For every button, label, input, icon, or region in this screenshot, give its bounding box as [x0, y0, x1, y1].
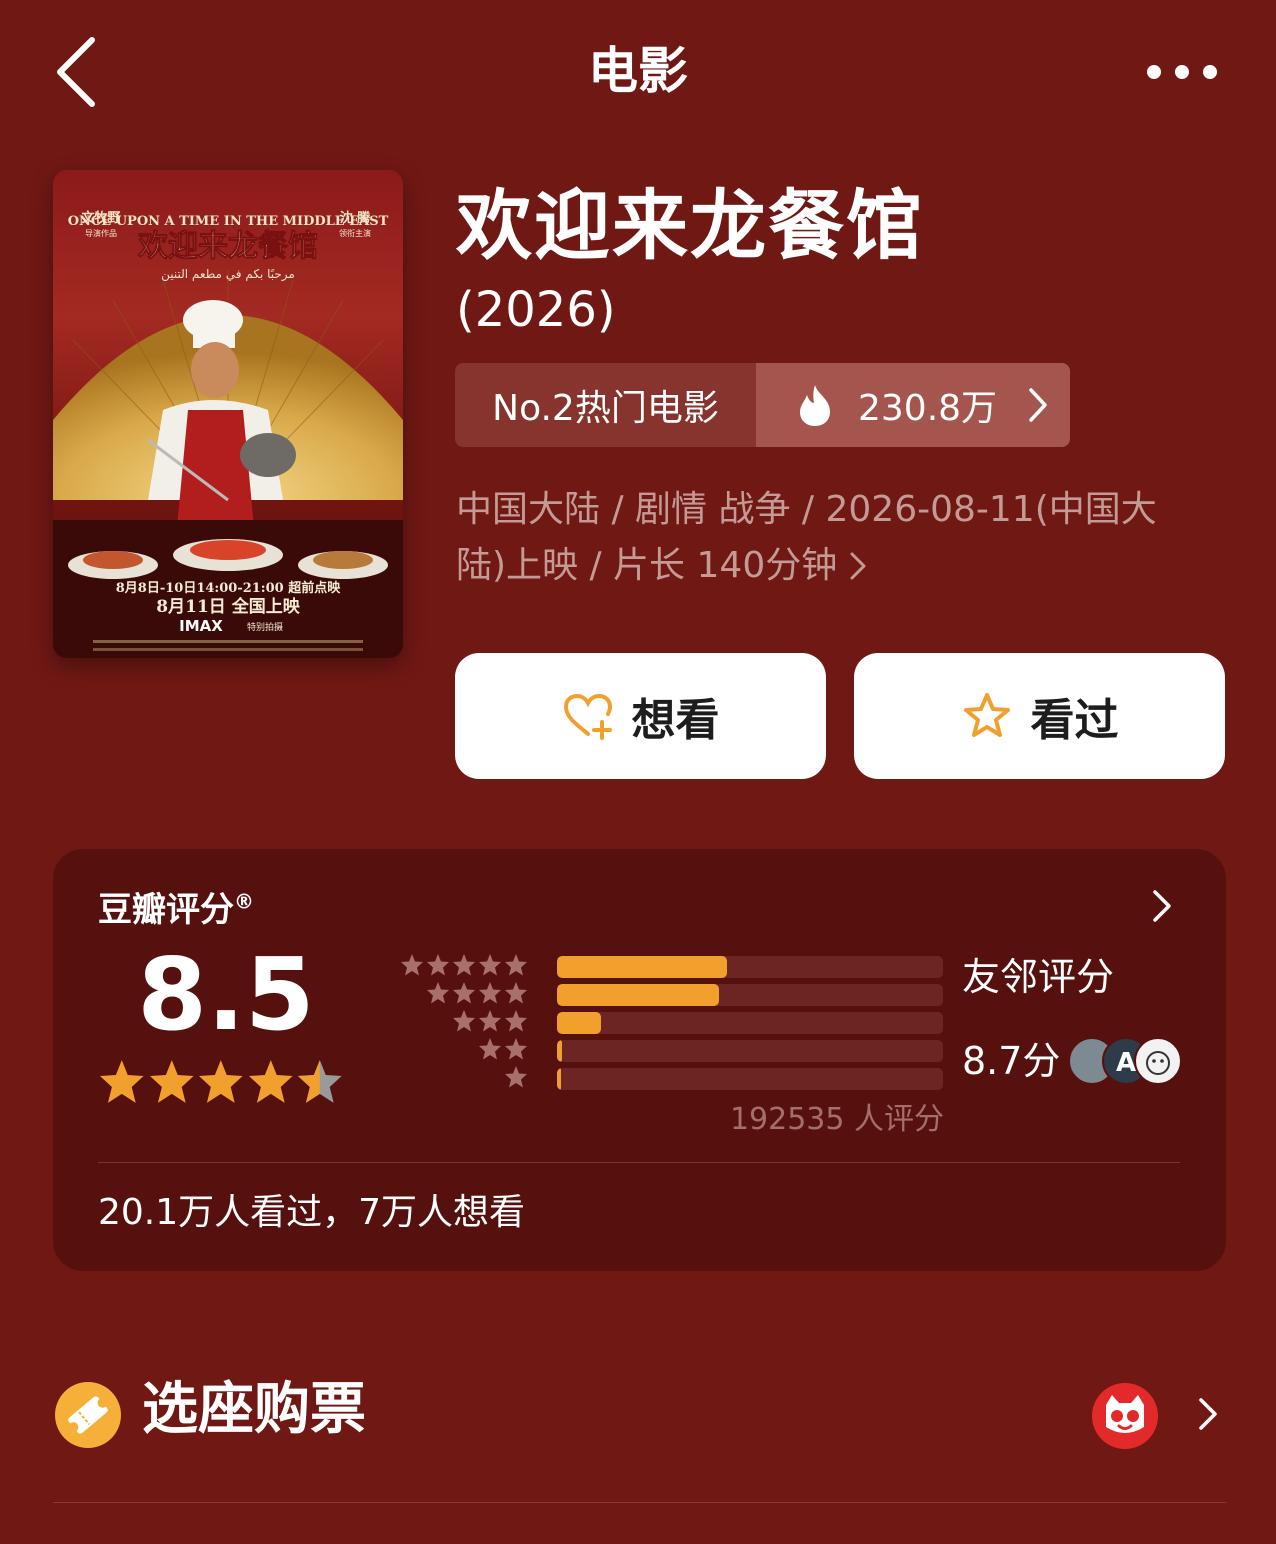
card-divider — [98, 1162, 1180, 1163]
buy-tickets-label[interactable]: 选座购票 — [142, 1372, 366, 1448]
rating-stars — [98, 1058, 344, 1108]
poster-imax-note: 特别拍摄 — [247, 621, 283, 633]
dist-bar-fill — [557, 1040, 562, 1062]
rating-score: 8.5 — [137, 936, 315, 1053]
fire-icon — [800, 385, 830, 426]
bottom-divider — [53, 1502, 1226, 1503]
star-icon — [401, 954, 423, 976]
rating-header: 豆瓣评分® — [98, 882, 254, 931]
star-icon — [505, 1066, 527, 1088]
dist-stars — [504, 1065, 528, 1093]
rank-box: No.2热门电影 230.8万 — [455, 363, 1070, 447]
dist-stars — [426, 981, 528, 1009]
registered-mark: ® — [234, 889, 254, 914]
poster-release: 8月11日 全国上映 — [156, 596, 300, 617]
more-dots-icon — [1147, 65, 1217, 79]
dist-bar-fill — [557, 984, 719, 1006]
dist-bar-fill — [557, 1012, 601, 1034]
rating-header-text: 豆瓣评分 — [98, 890, 234, 930]
star-icon — [479, 982, 501, 1004]
star-icon — [479, 1038, 501, 1060]
star-icon — [99, 1060, 144, 1103]
dist-stars — [400, 953, 528, 981]
poster-artwork: ONCE UPON A TIME IN THE MIDDLE EAST 欢迎来龙… — [53, 210, 403, 658]
rating-total: 192535 人评分 — [729, 1102, 944, 1137]
chevron-right-icon — [1199, 1398, 1217, 1430]
dist-bar-fill — [557, 1068, 561, 1090]
avatar — [1134, 1037, 1182, 1085]
seen-label: 看过 — [1030, 695, 1119, 746]
star-icon — [248, 1060, 293, 1103]
svg-text:A: A — [1116, 1048, 1136, 1078]
want-label: 想看 — [631, 695, 720, 746]
chevron-right-icon — [850, 552, 866, 580]
star-icon — [453, 1010, 475, 1032]
movie-meta[interactable]: 中国大陆 / 剧情 战争 / 2026-08-11(中国大陆)上映 / 片长 1… — [456, 482, 1196, 594]
movie-poster[interactable]: ONCE UPON A TIME IN THE MIDDLE EAST 欢迎来龙… — [53, 170, 403, 658]
star-icon — [199, 1060, 243, 1103]
poster-cn-title: 欢迎来龙餐馆 — [137, 229, 318, 264]
rank-label[interactable]: No.2热门电影 — [455, 363, 756, 447]
buy-tickets-chevron[interactable] — [1197, 1396, 1219, 1432]
dist-bar-track — [557, 984, 943, 1006]
star-icon — [453, 982, 475, 1004]
dist-bar-track — [557, 956, 943, 978]
star-icon — [479, 954, 501, 976]
friends-rating-label[interactable]: 友邻评分 — [962, 952, 1114, 1002]
movie-year: (2026) — [456, 282, 616, 338]
heart-plus-icon — [563, 693, 612, 740]
rating-dist-row-4-star — [388, 981, 948, 1009]
want-to-watch-button[interactable]: 想看 — [455, 653, 826, 779]
rating-dist-row-3-star — [388, 1009, 948, 1037]
poster-left-credit-sub: 导演作品 — [85, 228, 117, 238]
star-icon — [505, 954, 527, 976]
poster-imax: IMAX — [179, 617, 223, 635]
star-icon — [298, 1060, 342, 1103]
dist-bar-track — [557, 1012, 943, 1034]
cat-logo-icon[interactable] — [1092, 1383, 1158, 1449]
poster-right-credit-sub: 领衔主演 — [339, 228, 371, 238]
star-icon — [505, 982, 527, 1004]
star-icon — [505, 1010, 527, 1032]
rating-detail-button[interactable] — [1150, 888, 1174, 924]
movie-title: 欢迎来龙餐馆 — [456, 181, 924, 270]
dist-stars — [478, 1037, 528, 1065]
movie-meta-text: 中国大陆 / 剧情 战争 / 2026-08-11(中国大陆)上映 / 片长 1… — [456, 489, 1157, 586]
rating-dist-row-2-star — [388, 1037, 948, 1065]
chevron-right-icon — [1029, 388, 1047, 422]
star-icon — [427, 954, 449, 976]
heat-value: 230.8万 — [858, 388, 998, 429]
rating-dist-row-1-star — [388, 1065, 948, 1093]
star-icon — [149, 1060, 194, 1103]
chevron-right-icon — [1153, 890, 1171, 922]
star-icon — [427, 982, 449, 1004]
star-icon — [505, 1038, 527, 1060]
star-outline-icon — [963, 693, 1010, 737]
watched-button[interactable]: 看过 — [854, 653, 1225, 779]
ticket-icon — [55, 1382, 121, 1448]
star-icon — [453, 954, 475, 976]
friends-avatars: A — [1068, 1037, 1184, 1087]
dist-bar-fill — [557, 956, 727, 978]
poster-right-credit: 沈 腾 — [340, 210, 372, 226]
more-button[interactable] — [1140, 50, 1230, 94]
page-title: 电影 — [588, 42, 688, 100]
star-icon — [479, 1010, 501, 1032]
poster-left-credit: 文牧野 — [81, 210, 120, 226]
dist-bar-track — [557, 1068, 943, 1090]
rating-dist-row-5-star — [388, 953, 948, 981]
watch-stats: 20.1万人看过，7万人想看 — [98, 1192, 526, 1233]
dist-bar-track — [557, 1040, 943, 1062]
poster-arabic-title: مرحبًا بكم في مطعم التنين — [161, 267, 295, 282]
dist-stars — [452, 1009, 528, 1037]
poster-presale: 8月8日-10日14:00-21:00 超前点映 — [116, 580, 341, 596]
friends-rating-score: 8.7分 — [962, 1039, 1061, 1083]
heat-button[interactable]: 230.8万 — [756, 363, 1070, 447]
